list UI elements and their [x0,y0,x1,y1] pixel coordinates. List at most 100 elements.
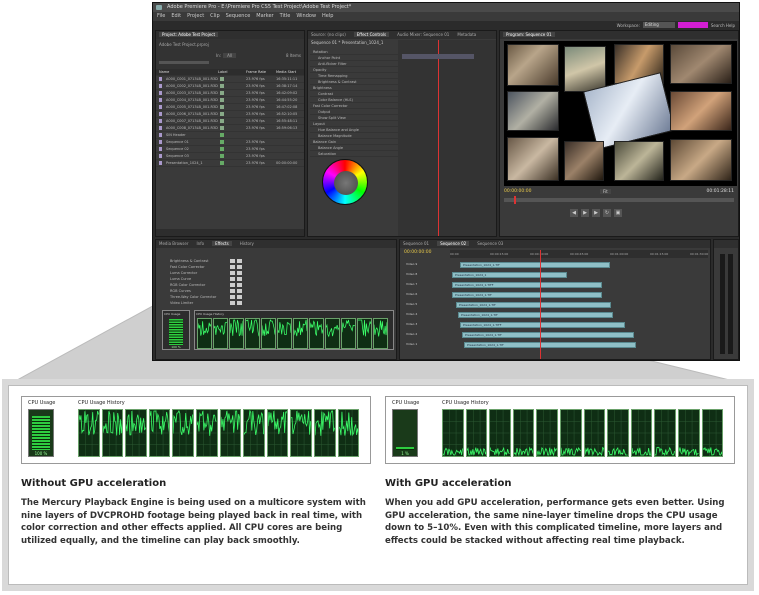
timeline-tab[interactable]: Sequence 01 [403,241,429,246]
timeline-ruler[interactable]: 00:0000:00:15:0000:00:30:0000:00:45:0000… [450,250,708,258]
cpu-core-graph-mini [245,318,260,349]
menu-window[interactable]: Window [296,13,316,19]
timeline-clip[interactable]: Presentation_1024_1.TIFF [460,322,625,328]
track-header[interactable]: Video 8 [406,272,417,278]
timeline-clip[interactable]: Presentation_1024_1.TIF [452,292,602,298]
project-item-mediastart: 16:44:55:20 [276,98,298,102]
project-item[interactable]: A000_C002_0713LB_001.R3D 23.976 fps 16:38:… [156,83,304,90]
label-swatch [220,126,224,130]
project-item[interactable]: Sequence 03 23.976 fps [156,153,304,160]
timeline-tab[interactable]: Sequence 03 [477,241,503,246]
track-header[interactable]: Video 9 [406,262,417,268]
menu-bar: File Edit Project Clip Sequence Marker Title Wi… [153,12,739,21]
video-frame [507,44,559,86]
timeline-playhead[interactable] [540,250,541,359]
col-name[interactable]: Name [159,70,169,74]
tab-program[interactable]: Program: Sequence 01 [503,32,555,37]
menu-file[interactable]: File [157,13,165,19]
step-forward-icon[interactable]: ▶ [592,209,600,217]
track-header[interactable]: Video 4 [406,312,417,318]
project-item[interactable]: Sequence 02 23.976 fps [156,146,304,153]
play-icon[interactable]: ▶ [581,209,589,217]
menu-project[interactable]: Project [187,13,204,19]
project-item[interactable]: A000_C003_0713LB_001.R3D 23.976 fps 16:42:… [156,90,304,97]
cpu-usage-mini: CPU Usage 100 % [162,310,190,350]
menu-marker[interactable]: Marker [256,13,273,19]
project-item[interactable]: A000_C005_0713LB_001.R3D 23.976 fps 16:47:… [156,104,304,111]
program-scrubber[interactable] [504,196,734,204]
video-frame [614,141,664,181]
project-item[interactable]: SiN Header [156,132,304,139]
effects-tab[interactable]: Effects [212,241,232,246]
effects-tab[interactable]: Info [197,241,205,246]
heading-without-gpu: Without GPU acceleration [21,478,167,489]
timeline-clip[interactable]: Presentation_1024_1.TIFF [452,282,602,288]
cpu-core-graph [512,409,535,457]
caption-without-gpu: Without GPU acceleration The Mercury Pla… [21,478,366,548]
menu-help[interactable]: Help [322,13,333,19]
cpu-core-graph-mini [229,318,244,349]
clip-icon [159,133,162,137]
cpu-core-graph [266,409,289,457]
effect-control-item[interactable]: Saturation [310,151,398,157]
project-item[interactable]: A000_C004_0713LB_001.R3D 23.976 fps 16:44:… [156,97,304,104]
label-swatch [220,112,224,116]
effects-tab[interactable]: History [240,241,254,246]
menu-clip[interactable]: Clip [210,13,219,19]
track-header[interactable]: Video 7 [406,282,417,288]
col-label[interactable]: Label [218,69,227,75]
color-wheel[interactable] [322,159,368,205]
search-help-field[interactable] [677,22,708,28]
search-bar[interactable] [159,61,209,64]
timeline-clip[interactable]: Presentation_1024_1.TIF [456,302,611,308]
timeline-clip[interactable]: Presentation_1024_1.TIF [460,262,610,268]
menu-title[interactable]: Title [280,13,291,19]
ec-tab[interactable]: Source: (no clips) [311,32,346,37]
project-item[interactable]: A000_C007_0713LB_001.R3D 23.976 fps 16:55:… [156,118,304,125]
ruler-tick-label: 00:01:30:00 [690,252,709,256]
track-header[interactable]: Video 5 [406,302,417,308]
timeline-clip[interactable]: Presentation_1024_1.TIF [458,312,613,318]
step-back-icon[interactable]: ◀ [570,209,578,217]
ec-tab[interactable]: Effect Controls [353,32,390,37]
project-item-framerate: 23.976 fps [246,140,265,144]
project-item-name: Sequence 01 [166,140,189,144]
project-columns: Name Label Frame Rate Media Start [156,69,304,76]
ec-tab[interactable]: Audio Mixer: Sequence 01 [397,32,449,37]
menu-sequence[interactable]: Sequence [226,13,251,19]
col-mediastart[interactable]: Media Start [276,69,296,75]
project-item[interactable]: Sequence 01 23.976 fps [156,139,304,146]
effects-tab[interactable]: Media Browser [159,241,189,246]
col-framerate[interactable]: Frame Rate [246,69,266,75]
ec-tab[interactable]: Metadata [457,32,476,37]
cpu-core-graph [148,409,171,457]
effect-badge-icon [230,289,235,293]
project-item[interactable]: A000_C008_0713LB_001.R3D 23.976 fps 16:59:… [156,125,304,132]
project-item[interactable]: A000_C006_0713LB_001.R3D 23.976 fps 16:52:… [156,111,304,118]
timeline-tab[interactable]: Sequence 02 [437,241,470,246]
project-item[interactable]: Presentation_1024_1 23.976 fps 00:00:00:00 [156,160,304,167]
program-playhead[interactable] [514,196,516,204]
project-item-framerate: 23.976 fps [246,112,265,116]
safe-margins-icon[interactable]: ▣ [614,209,622,217]
timeline-clip[interactable]: Presentation_1024_1.TIF [462,332,634,338]
workspace-select[interactable]: Editing [642,22,675,28]
ec-playhead[interactable] [438,40,439,236]
menu-edit[interactable]: Edit [171,13,181,19]
in-select[interactable]: All [223,53,237,58]
track-header[interactable]: Video 2 [406,332,417,338]
loop-icon[interactable]: ↻ [603,209,611,217]
track-header[interactable]: Video 3 [406,322,417,328]
project-item[interactable]: A000_C001_0713LB_001.R3D 23.976 fps 16:35:… [156,76,304,83]
project-item-name: A000_C005_0713LB_001.R3D [166,105,218,109]
tab-project[interactable]: Project: Adobe Test Project [159,32,219,37]
video-frame [670,91,732,131]
cpu-core-graph [125,409,147,457]
fit-select[interactable]: Fit [600,189,611,194]
program-monitor-panel: Program: Sequence 01 00:00:00:00 Fit 00:… [499,30,739,237]
track-header[interactable]: Video 1 [406,342,417,348]
effect-item[interactable]: Video Limiter [170,300,396,306]
track-header[interactable]: Video 6 [406,292,417,298]
timeline-clip[interactable]: Presentation_1024_1.TIF [464,342,636,348]
timeline-clip[interactable]: Presentation_1024_1 [452,272,567,278]
